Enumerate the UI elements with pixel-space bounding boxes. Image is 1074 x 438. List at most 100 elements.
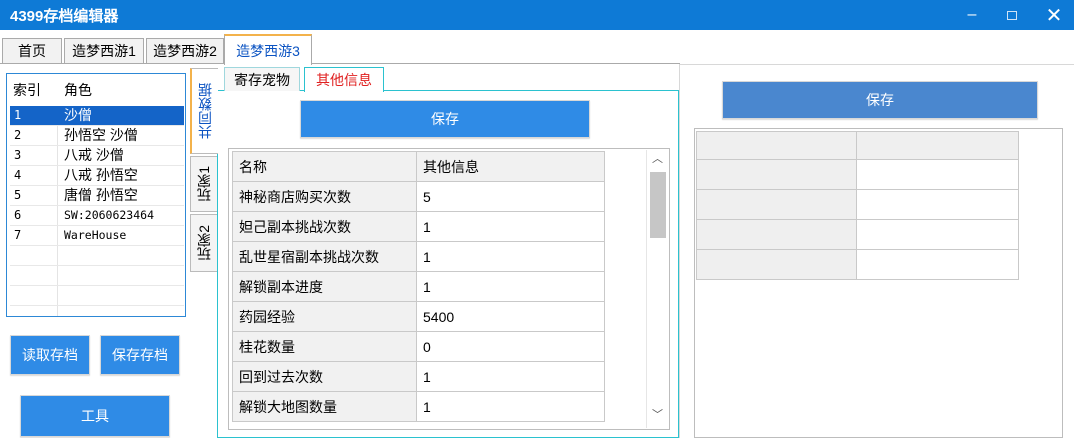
info-name-cell: 解锁副本进度 [232, 271, 417, 302]
tab-shared-data[interactable]: 共同数据 [190, 68, 218, 154]
table-cell [856, 131, 1019, 160]
list-item-role: 沙僧 [64, 107, 92, 123]
minimize-icon: – [967, 6, 977, 23]
tab-other-info[interactable]: 其他信息 [304, 67, 384, 92]
table-header-row [696, 131, 1019, 160]
table-cell [696, 131, 857, 160]
tab-label: 玩家1 [196, 166, 212, 202]
table-row: 回到过去次数 1 [232, 361, 605, 392]
table-header-row: 名称 其他信息 [232, 151, 605, 182]
info-value-cell[interactable]: 0 [416, 331, 605, 362]
table-cell[interactable] [856, 159, 1019, 190]
info-scrollbar[interactable]: ︿ ﹀ [646, 150, 668, 428]
list-item-index: 3 [14, 148, 22, 162]
tab-label: 造梦西游1 [72, 43, 136, 59]
list-item-role: WareHouse [64, 228, 127, 242]
column-header-index: 索引 [13, 82, 41, 98]
info-value-cell[interactable]: 1 [416, 211, 605, 242]
tab-home[interactable]: 首页 [2, 38, 62, 63]
scrollbar-thumb[interactable] [650, 172, 666, 238]
table-row [696, 249, 1019, 280]
list-item-empty [10, 286, 184, 306]
tab-player1[interactable]: 玩家1 [190, 156, 218, 212]
column-header-value: 其他信息 [416, 151, 605, 182]
tab-divider [0, 63, 680, 64]
list-item-index: 2 [14, 128, 22, 142]
info-name-cell: 回到过去次数 [232, 361, 417, 392]
list-item-role: SW:2060623464 [64, 208, 155, 222]
minimize-button[interactable]: – [952, 0, 992, 30]
maximize-icon [1007, 10, 1017, 20]
table-cell[interactable] [856, 219, 1019, 250]
window-title: 4399存档编辑器 [10, 8, 119, 25]
list-item-role: 八戒 孙悟空 [64, 167, 138, 183]
tab-player2[interactable]: 玩家2 [190, 214, 218, 272]
table-row [696, 219, 1019, 250]
column-header-role: 角色 [64, 82, 92, 98]
list-item[interactable]: 1 沙僧 [10, 106, 184, 126]
save-right-button[interactable]: 保存 [722, 81, 1038, 119]
table-row: 解锁副本进度 1 [232, 271, 605, 302]
table-cell [696, 189, 857, 220]
table-cell [696, 219, 857, 250]
info-name-cell: 桂花数量 [232, 331, 417, 362]
list-item[interactable]: 7 WareHouse [10, 226, 184, 246]
tab-stored-pets[interactable]: 寄存宠物 [224, 67, 300, 91]
tab-label: 共同数据 [197, 83, 213, 139]
maximize-button[interactable] [992, 0, 1032, 30]
list-item-role: 孙悟空 沙僧 [64, 127, 138, 143]
list-item-empty [10, 246, 184, 266]
tab-label: 玩家2 [196, 225, 212, 261]
list-item[interactable]: 2 孙悟空 沙僧 [10, 126, 184, 146]
right-grid [694, 128, 1063, 438]
table-row: 桂花数量 0 [232, 331, 605, 362]
table-row: 妲己副本挑战次数 1 [232, 211, 605, 242]
save-archive-button[interactable]: 保存存档 [100, 335, 180, 375]
list-item-index: 4 [14, 168, 22, 182]
tab-label: 其他信息 [316, 72, 372, 88]
info-value-cell[interactable]: 1 [416, 241, 605, 272]
scroll-up-arrow-icon[interactable]: ︿ [652, 150, 663, 166]
table-row [696, 189, 1019, 220]
table-row: 药园经验 5400 [232, 301, 605, 332]
table-cell [696, 159, 857, 190]
scroll-down-arrow-icon[interactable]: ﹀ [652, 406, 663, 422]
table-row: 乱世星宿副本挑战次数 1 [232, 241, 605, 272]
list-item[interactable]: 3 八戒 沙僧 [10, 146, 184, 166]
info-value-cell[interactable]: 5 [416, 181, 605, 212]
table-cell[interactable] [856, 249, 1019, 280]
tools-button[interactable]: 工具 [20, 395, 170, 437]
info-value-cell[interactable]: 1 [416, 361, 605, 392]
save-list-rows: 1 沙僧 2 孙悟空 沙僧 3 八戒 沙僧 4 八戒 孙悟空 5 唐僧 孙悟空 6 SW:206062… [10, 106, 184, 306]
table-row [696, 159, 1019, 190]
table-cell[interactable] [856, 189, 1019, 220]
tab-label: 造梦西游2 [153, 43, 217, 59]
info-value-cell[interactable]: 1 [416, 271, 605, 302]
info-name-cell: 神秘商店购买次数 [232, 181, 417, 212]
info-grid: 名称 其他信息 神秘商店购买次数 5 妲己副本挑战次数 1 乱世星宿副本挑战次数 1 解锁副… [228, 148, 670, 430]
tab-zmxy2[interactable]: 造梦西游2 [146, 38, 224, 63]
table-row: 神秘商店购买次数 5 [232, 181, 605, 212]
list-item[interactable]: 5 唐僧 孙悟空 [10, 186, 184, 206]
info-name-cell: 乱世星宿副本挑战次数 [232, 241, 417, 272]
info-name-cell: 妲己副本挑战次数 [232, 211, 417, 242]
game-tabs: 首页 造梦西游1 造梦西游2 造梦西游3 [0, 30, 1074, 65]
info-value-cell[interactable]: 5400 [416, 301, 605, 332]
right-table [696, 131, 1019, 280]
save-list[interactable]: 索引 角色 1 沙僧 2 孙悟空 沙僧 3 八戒 沙僧 4 八戒 孙悟空 5 唐僧 孙悟空 6 SW:… [6, 73, 186, 317]
tab-label: 寄存宠物 [234, 71, 290, 88]
info-table: 名称 其他信息 神秘商店购买次数 5 妲己副本挑战次数 1 乱世星宿副本挑战次数 1 解锁副… [232, 151, 605, 422]
list-item[interactable]: 4 八戒 孙悟空 [10, 166, 184, 186]
list-item[interactable]: 6 SW:2060623464 [10, 206, 184, 226]
tab-zmxy1[interactable]: 造梦西游1 [64, 38, 144, 63]
save-info-button[interactable]: 保存 [300, 100, 590, 138]
title-bar: 4399存档编辑器 – ✕ [0, 0, 1074, 30]
tab-label: 造梦西游3 [236, 42, 300, 59]
load-archive-button[interactable]: 读取存档 [10, 335, 90, 375]
tab-label: 首页 [18, 43, 46, 59]
list-item-empty [10, 266, 184, 286]
close-button[interactable]: ✕ [1034, 0, 1074, 30]
tab-zmxy3[interactable]: 造梦西游3 [224, 34, 312, 65]
list-item-role: 八戒 沙僧 [64, 147, 124, 163]
info-value-cell[interactable]: 1 [416, 391, 605, 422]
